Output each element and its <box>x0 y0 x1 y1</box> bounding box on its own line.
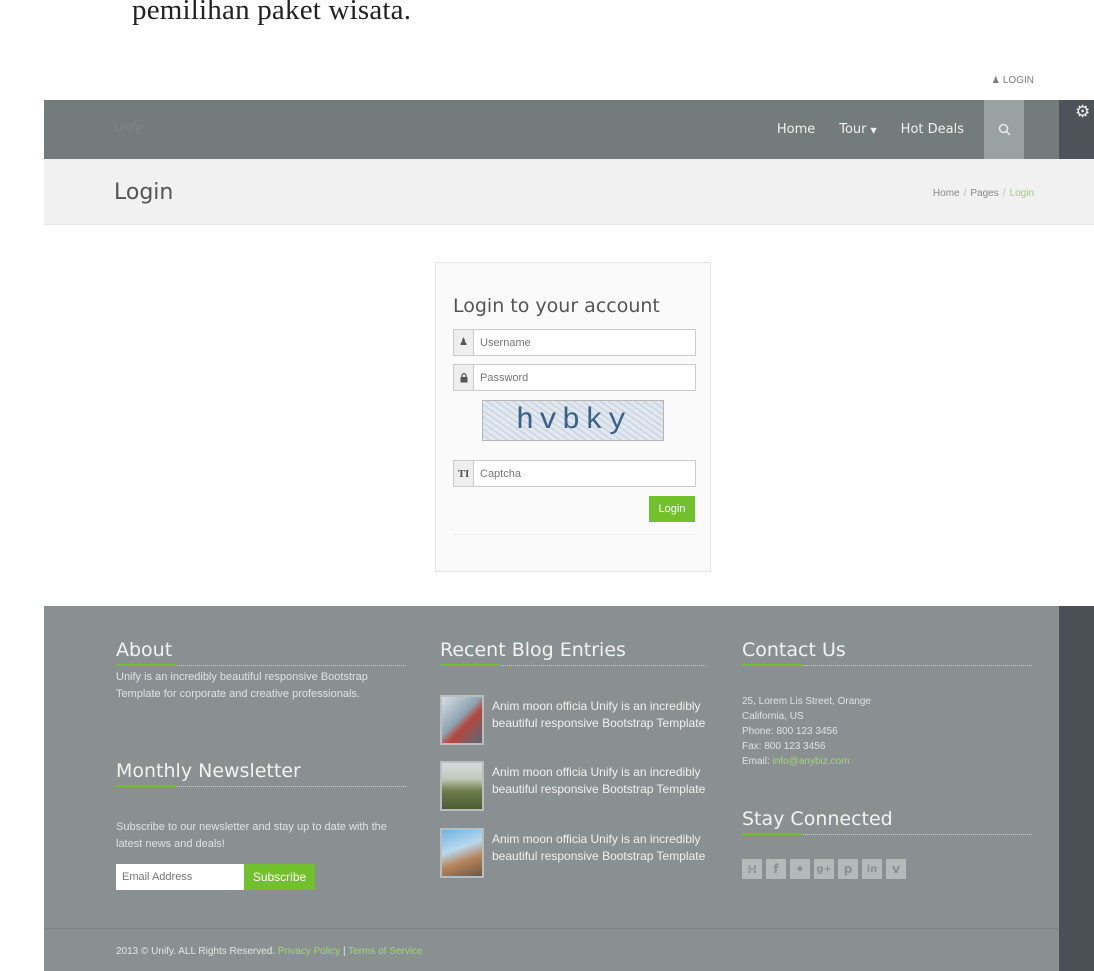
contact-email-link[interactable]: info@anybiz.com <box>773 756 850 767</box>
newsletter-text: Subscribe to our newsletter and stay up … <box>116 821 387 850</box>
blog-thumbnail <box>440 695 484 745</box>
nav-item-hot-deals[interactable]: Hot Deals <box>889 100 976 159</box>
style-switcher-toggle[interactable]: ⚙ <box>1059 100 1094 159</box>
footer: About Unify is an incredibly beautiful r… <box>44 606 1059 971</box>
contact-details: 25, Lorem Lis Street, Orange California,… <box>742 694 1032 769</box>
facebook-icon[interactable]: f <box>766 859 786 879</box>
page-title: Login <box>114 180 174 205</box>
login-form: Login to your account ♟ hvbky TI Login <box>435 262 711 572</box>
blog-entry-text: Anim moon officia Unify is an incredibly… <box>492 765 706 796</box>
google-plus-icon[interactable]: g+ <box>814 859 834 879</box>
copyright-text: 2013 © Unify. ALL Rights Reserved. <box>116 946 276 957</box>
rss-icon[interactable]: ∺ <box>742 859 762 879</box>
contact-address-line1: 25, Lorem Lis Street, Orange <box>742 696 871 707</box>
blog-entry-text: Anim moon officia Unify is an incredibly… <box>492 832 706 863</box>
blog-entry-text: Anim moon officia Unify is an incredibly… <box>492 699 706 730</box>
login-button[interactable]: Login <box>649 496 695 522</box>
search-icon <box>998 123 1011 136</box>
captcha-field: TI <box>453 460 696 487</box>
breadcrumb: Home / Pages / Login <box>933 188 1034 199</box>
blog-entry[interactable]: Anim moon officia Unify is an incredibly… <box>440 761 710 811</box>
contact-heading: Contact Us <box>742 639 1032 666</box>
blog-thumbnail <box>440 828 484 878</box>
nav-item-tour[interactable]: Tour ▼ <box>827 100 888 159</box>
captcha-text: hvbky <box>516 404 632 438</box>
user-icon: ♟ <box>991 75 1000 85</box>
text-height-icon: TI <box>454 461 474 486</box>
breadcrumb-home[interactable]: Home <box>933 188 960 199</box>
site-logo[interactable]: Unify <box>114 120 141 134</box>
captcha-input[interactable] <box>474 461 695 486</box>
breadcrumb-current: Login <box>1009 188 1034 199</box>
password-field <box>453 364 696 391</box>
lock-icon <box>454 365 474 390</box>
newsletter-heading: Monthly Newsletter <box>116 760 406 787</box>
terms-of-service-link[interactable]: Terms of Service <box>348 946 422 957</box>
caret-down-icon: ▼ <box>870 126 877 135</box>
blog-entry[interactable]: Anim moon officia Unify is an incredibly… <box>440 695 710 745</box>
divider <box>453 534 696 535</box>
divider <box>44 928 1059 929</box>
username-input[interactable] <box>474 330 695 355</box>
user-icon: ♟ <box>454 330 474 355</box>
about-heading: About <box>116 639 406 666</box>
social-icons: ∺ f ✦ g+ p in v <box>742 859 906 879</box>
captcha-image: hvbky <box>482 400 664 441</box>
document-heading-text: pemilihan paket wisata. <box>132 0 412 26</box>
about-text: Unify is an incredibly beautiful respons… <box>116 671 368 700</box>
contact-email-row: Email: info@anybiz.com <box>742 754 1032 769</box>
copyright: 2013 © Unify. ALL Rights Reserved. Priva… <box>116 946 423 957</box>
newsletter-email-input[interactable] <box>116 864 244 890</box>
login-title: Login to your account <box>453 295 660 317</box>
footer-side-panel <box>1059 606 1094 971</box>
twitter-icon[interactable]: ✦ <box>790 859 810 879</box>
subscribe-button[interactable]: Subscribe <box>244 864 315 890</box>
blog-thumbnail <box>440 761 484 811</box>
contact-address-line2: California, US <box>742 711 804 722</box>
contact-phone: Phone: 800 123 3456 <box>742 726 838 737</box>
blog-heading: Recent Blog Entries <box>440 639 706 666</box>
blog-entry[interactable]: Anim moon officia Unify is an incredibly… <box>440 828 710 878</box>
breadcrumb-bar: Login Home / Pages / Login <box>44 159 1094 225</box>
top-login-link[interactable]: ♟ LOGIN <box>992 75 1034 86</box>
pinterest-icon[interactable]: p <box>838 859 858 879</box>
nav-item-home[interactable]: Home <box>765 100 827 159</box>
breadcrumb-separator: / <box>1002 188 1006 199</box>
nav-menu: Home Tour ▼ Hot Deals <box>765 100 1024 159</box>
linkedin-icon[interactable]: in <box>862 859 882 879</box>
username-field: ♟ <box>453 329 696 356</box>
breadcrumb-pages[interactable]: Pages <box>970 188 998 199</box>
search-button[interactable] <box>984 100 1024 159</box>
contact-email-label: Email: <box>742 756 770 767</box>
top-login-label: LOGIN <box>1002 75 1034 86</box>
copyright-separator: | <box>342 946 346 957</box>
vimeo-icon[interactable]: v <box>886 859 906 879</box>
stay-connected-heading: Stay Connected <box>742 808 1032 835</box>
nav-item-tour-label: Tour <box>839 122 867 137</box>
navbar: Unify Home Tour ▼ Hot Deals <box>44 100 1059 159</box>
contact-fax: Fax: 800 123 3456 <box>742 741 826 752</box>
password-input[interactable] <box>474 365 695 390</box>
breadcrumb-separator: / <box>963 188 967 199</box>
gears-icon: ⚙ <box>1075 102 1091 121</box>
privacy-policy-link[interactable]: Privacy Policy <box>278 946 340 957</box>
